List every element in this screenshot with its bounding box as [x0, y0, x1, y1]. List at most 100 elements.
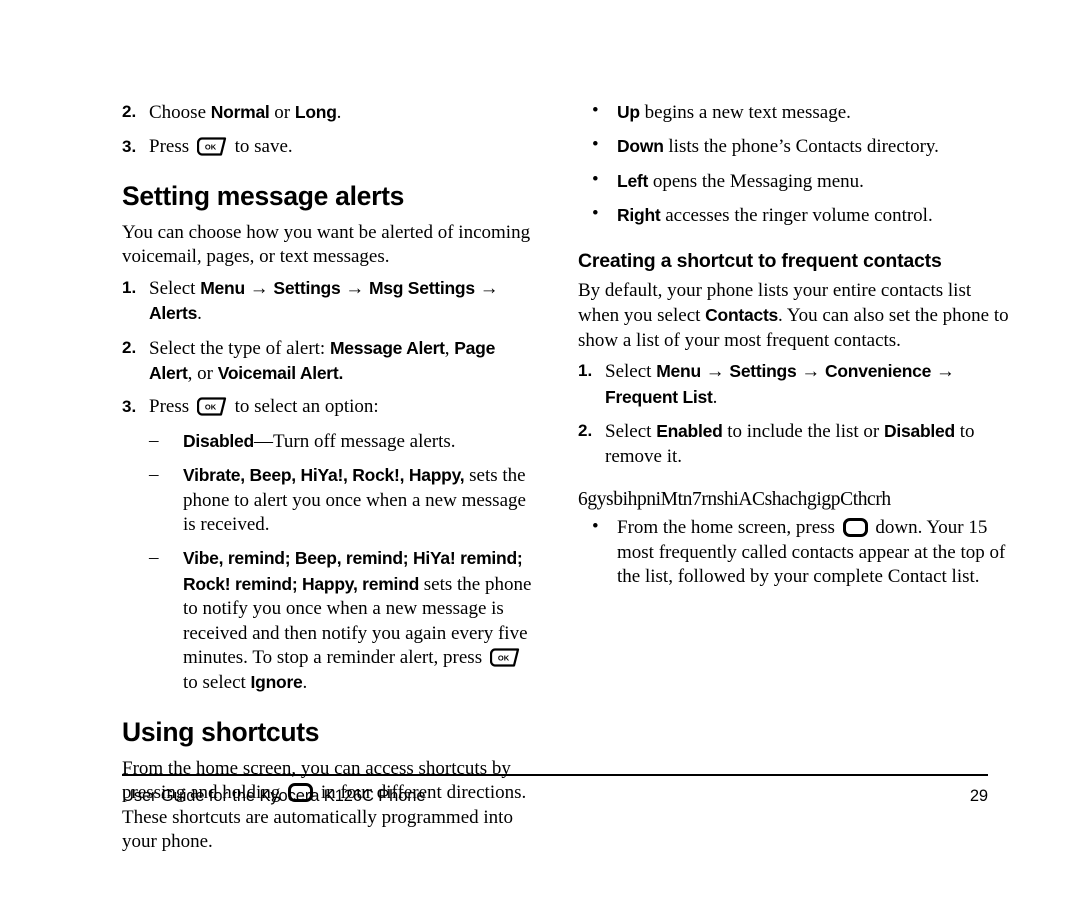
- document-page: 2. Choose Normal or Long. 3. Press OK to sa…: [0, 0, 1080, 900]
- dash-list-item: – Disabled—Turn off message alerts.: [149, 429, 532, 454]
- alert-options-list: – Disabled—Turn off message alerts. – Vibra…: [149, 429, 532, 696]
- dash-list-item: – Vibe, remind; Beep, remind; HiYa! remin…: [149, 546, 532, 695]
- text-run: ,: [444, 337, 455, 359]
- bullet-marker: •: [592, 516, 599, 538]
- text-run: Press: [149, 396, 194, 418]
- step-number: 3.: [122, 397, 137, 417]
- text-run: accesses the ringer volume control.: [660, 205, 933, 227]
- emphasized-term: Settings: [273, 277, 341, 298]
- page-title-using-shortcuts: Using shortcuts: [122, 716, 320, 747]
- text-run: opens the Messaging menu.: [648, 170, 864, 192]
- emphasized-term: Voicemail Alert.: [217, 362, 344, 383]
- list-item-text: Select Menu → Settings → Convenience → F…: [605, 361, 955, 407]
- step-number: 1.: [578, 361, 593, 381]
- emphasized-term: Convenience: [824, 361, 932, 382]
- footer-guide-text: User Guide for the Kyocera K126C Phone: [122, 787, 426, 805]
- list-item-text: Up begins a new text message.: [617, 102, 851, 123]
- emphasized-term: Menu: [200, 277, 245, 298]
- emphasized-term: Vibrate, Beep, HiYa!, Rock!, Happy,: [183, 465, 465, 486]
- dash-marker: –: [149, 547, 159, 569]
- list-item-text: Disabled—Turn off message alerts.: [183, 431, 456, 452]
- garbled-heading: 6gysbihpniMtn7rnshiACshachgigpCthcrh: [578, 488, 891, 510]
- text-run: Select: [149, 277, 201, 299]
- menu-arrow: →: [931, 361, 955, 383]
- footer-divider: [122, 774, 988, 776]
- numbered-step: 1. Select Menu → Settings → Msg Settings …: [122, 276, 532, 327]
- list-item-text: Select the type of alert: Message Alert,…: [149, 338, 495, 384]
- bullet-list-item: • Up begins a new text message.: [578, 100, 1010, 125]
- text-run: or: [269, 102, 295, 123]
- numbered-step: 2. Choose Normal or Long.: [122, 100, 532, 125]
- dash-marker: –: [149, 464, 159, 486]
- emphasized-term: Frequent List: [605, 386, 713, 407]
- list-item-text: Select Enabled to include the list or Di…: [605, 421, 974, 466]
- emphasized-term: Down: [617, 136, 664, 157]
- step-number: 2.: [122, 102, 137, 121]
- emphasized-term: Long: [294, 102, 337, 122]
- text-run: Select the type of alert:: [149, 337, 330, 359]
- text-run: .: [302, 672, 308, 694]
- ok-key-icon: OK: [196, 137, 227, 157]
- emphasized-term: Left: [617, 170, 649, 191]
- menu-arrow: →: [700, 361, 730, 383]
- menu-arrow: →: [796, 361, 825, 383]
- svg-text:OK: OK: [205, 143, 217, 152]
- menu-arrow: →: [474, 277, 499, 299]
- bullet-marker: •: [592, 134, 599, 156]
- emphasized-term: Alerts: [149, 303, 198, 324]
- ok-key-icon: OK: [196, 397, 227, 416]
- text-run: lists the phone’s Contacts directory.: [663, 136, 939, 158]
- list-item-text: Choose Normal or Long.: [149, 102, 341, 123]
- text-run: Select: [605, 361, 657, 383]
- list-item-text: Vibe, remind; Beep, remind; HiYa! remind…: [183, 548, 531, 693]
- text-run: .: [712, 386, 718, 408]
- bullet-marker: •: [592, 203, 599, 225]
- page-title-setting-message-alerts: Setting message alerts: [122, 180, 405, 211]
- text-run: , or: [187, 362, 218, 384]
- right-column: • Up begins a new text message. • Down list…: [578, 100, 1010, 599]
- frequent-contacts-bullets-list: • From the home screen, press down. Your …: [578, 516, 1010, 589]
- text-run: to select: [183, 672, 251, 694]
- list-item-text: Right accesses the ringer volume control…: [617, 205, 933, 226]
- step-number: 1.: [122, 277, 137, 297]
- bullet-list-item: • Left opens the Messaging menu.: [578, 169, 1010, 194]
- ok-key-icon: OK: [489, 648, 520, 667]
- step-number: 2.: [122, 337, 137, 357]
- navigation-key-icon: [842, 518, 868, 538]
- alerts-steps-list: 1. Select Menu → Settings → Msg Settings …: [122, 276, 532, 420]
- text-run: —Turn off message alerts.: [253, 430, 456, 452]
- step-number: 2.: [578, 421, 593, 441]
- continued-steps-list: 2. Choose Normal or Long. 3. Press OK to sa…: [122, 100, 532, 160]
- emphasized-term: Up: [617, 102, 640, 122]
- text-run: .: [336, 102, 342, 123]
- numbered-step: 2. Select the type of alert: Message Aler…: [122, 336, 532, 387]
- page-footer: User Guide for the Kyocera K126C Phone 2…: [122, 774, 988, 806]
- list-item-text: From the home screen, press down. Your 1…: [617, 517, 1005, 587]
- text-run: begins a new text message.: [639, 102, 851, 123]
- subsection-title-frequent-contacts: Creating a shortcut to frequent contacts: [578, 249, 942, 272]
- text-run: to select an option:: [229, 396, 379, 418]
- svg-text:OK: OK: [498, 653, 510, 662]
- bullet-list-item: • Down lists the phone’s Contacts directo…: [578, 134, 1010, 159]
- left-column: 2. Choose Normal or Long. 3. Press OK to sa…: [122, 100, 532, 861]
- menu-arrow: →: [244, 277, 274, 299]
- emphasized-term: Right: [617, 205, 661, 226]
- bullet-marker: •: [592, 168, 599, 190]
- numbered-step: 3. Press OK to save.: [122, 135, 532, 159]
- text-run: to include the list or: [722, 421, 884, 443]
- text-run: Press: [149, 136, 194, 158]
- numbered-step: 1. Select Menu → Settings → Convenience →…: [578, 359, 1010, 410]
- text-run: Select: [605, 421, 657, 443]
- bullet-list-item: • From the home screen, press down. Your …: [578, 516, 1010, 589]
- list-item-text: Press OK to select an option:: [149, 396, 379, 417]
- emphasized-term: Normal: [210, 102, 270, 122]
- text-run: to save.: [229, 136, 293, 158]
- emphasized-term: Settings: [729, 361, 797, 382]
- text-run: From the home screen, press: [617, 517, 840, 539]
- frequent-contacts-paragraph: By default, your phone lists your entire…: [578, 279, 1010, 353]
- menu-arrow: →: [340, 277, 369, 299]
- numbered-step: 3. Press OK to select an option:: [122, 395, 532, 419]
- frequent-contacts-steps-list: 1. Select Menu → Settings → Convenience →…: [578, 359, 1010, 469]
- list-item-text: Press OK to save.: [149, 136, 293, 157]
- emphasized-term: Contacts: [705, 305, 779, 326]
